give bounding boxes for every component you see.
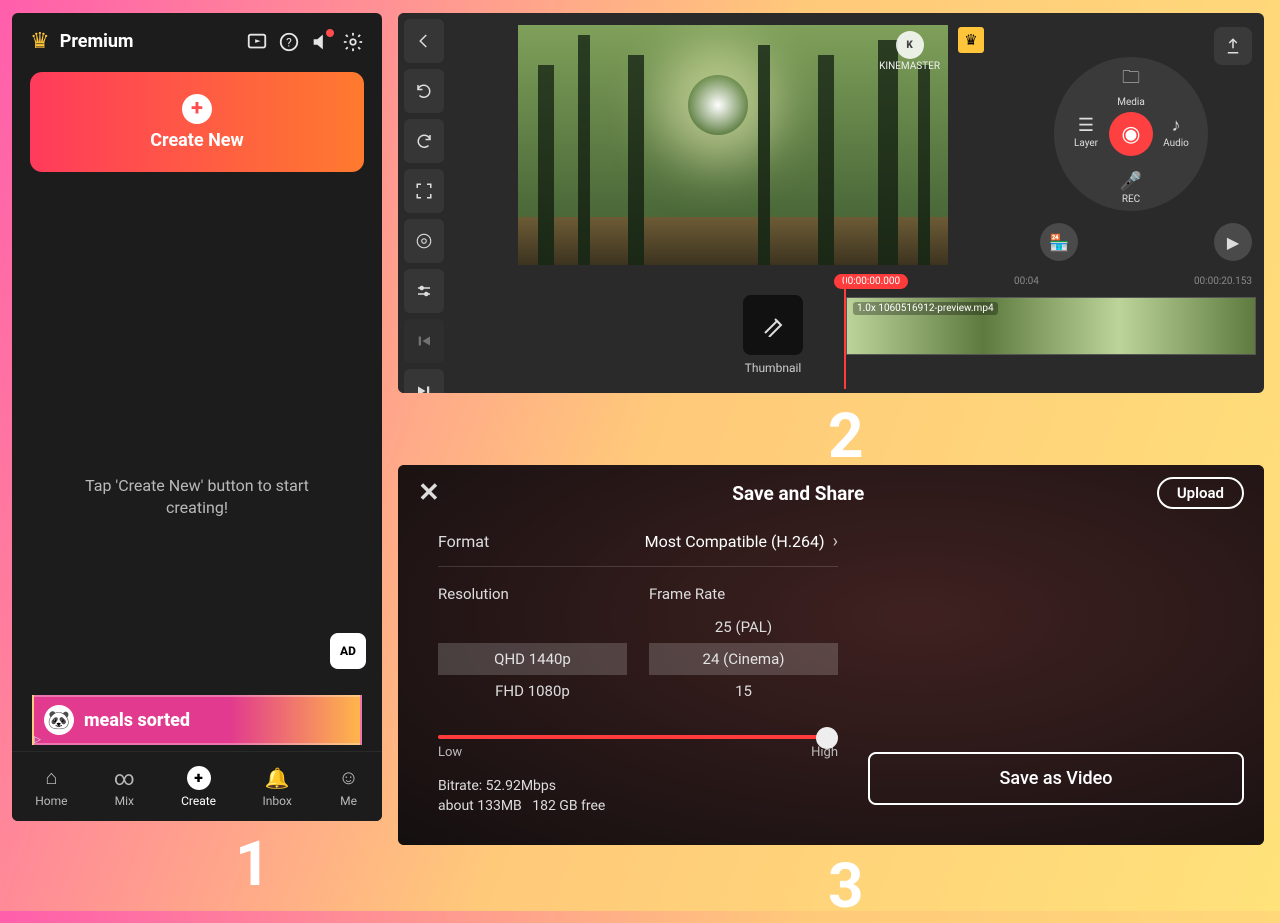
create-icon: + <box>187 766 211 790</box>
format-row[interactable]: Format Most Compatible (H.264) › <box>438 521 838 567</box>
resolution-picker[interactable]: QHD 1440p FHD 1080p <box>438 611 627 707</box>
bell-icon: 🔔 <box>265 766 290 790</box>
audio-icon: ♪ <box>1148 115 1204 136</box>
svg-text:?: ? <box>286 35 292 49</box>
share-button[interactable] <box>1214 27 1252 65</box>
ad-text: meals sorted <box>84 710 190 731</box>
resolution-label: Resolution <box>438 585 627 603</box>
panda-icon: 🐼 <box>44 705 74 735</box>
play-button[interactable]: ▶ <box>1214 223 1252 261</box>
notification-dot <box>326 29 334 37</box>
sound-icon[interactable] <box>310 31 332 53</box>
premium-label: Premium <box>60 31 134 52</box>
bottom-nav: ⌂ Home ∞ Mix + Create 🔔 Inbox ☺ Me <box>12 751 382 821</box>
step-number-3: 3 <box>828 850 864 923</box>
ad-attribution-icon: ▷ <box>34 735 41 745</box>
slider-low-label: Low <box>438 745 462 760</box>
create-new-button[interactable]: + Create New <box>30 72 364 172</box>
framerate-label: Frame Rate <box>649 585 838 603</box>
plus-icon: + <box>182 94 212 124</box>
slider-thumb[interactable] <box>816 727 838 749</box>
thumbnail-label: Thumbnail <box>730 361 816 375</box>
quality-slider[interactable]: Low High <box>438 723 838 760</box>
timeline-adjust-button[interactable] <box>404 269 444 313</box>
action-wheel: ◉ 🗀Media ♪Audio 🎤REC ☰Layer <box>1054 57 1208 211</box>
timeline-ruler[interactable]: 00:00:00.000 00:04 00:00:20.153 <box>454 273 1258 295</box>
help-icon[interactable]: ? <box>278 31 300 53</box>
undo-button[interactable] <box>404 69 444 113</box>
nav-me[interactable]: ☺ Me <box>338 765 358 808</box>
step-number-2: 2 <box>828 400 864 473</box>
timeline-tick: 00:04 <box>1014 276 1039 287</box>
ad-banner[interactable]: 🐼 meals sorted ▷ <box>32 695 362 745</box>
jump-end-button[interactable] <box>404 369 444 393</box>
save-title: Save and Share <box>440 482 1157 505</box>
cast-icon[interactable] <box>246 31 268 53</box>
wheel-media[interactable]: 🗀Media <box>1103 65 1159 108</box>
ad-badge-icon[interactable]: AD <box>330 633 366 669</box>
back-button[interactable] <box>404 19 444 63</box>
preview-frame: K KINEMASTER <box>518 25 948 265</box>
jump-start-button[interactable] <box>404 319 444 363</box>
save-share-screen: ✕ Save and Share Upload Format Most Comp… <box>398 465 1264 845</box>
bitrate-info: Bitrate: 52.92Mbps about 133MB 182 GB fr… <box>438 776 838 817</box>
format-label: Format <box>438 532 489 551</box>
redo-button[interactable] <box>404 119 444 163</box>
left-toolbar <box>398 13 450 393</box>
crown-icon: ♛ <box>30 29 50 54</box>
media-icon: 🗀 <box>1103 65 1159 95</box>
store-button[interactable]: 🏪 <box>1040 223 1078 261</box>
save-as-video-button[interactable]: Save as Video <box>868 752 1244 805</box>
timeline-clip[interactable]: 1.0x 1060516912-preview.mp4 <box>846 297 1256 355</box>
capture-button[interactable]: ◉ <box>1109 112 1153 156</box>
user-icon: ☺ <box>338 765 358 790</box>
layer-icon: ☰ <box>1058 115 1114 136</box>
home-icon: ⌂ <box>45 765 57 790</box>
fullscreen-button[interactable] <box>404 169 444 213</box>
top-bar: ♛ Premium ? <box>12 13 382 62</box>
format-value: Most Compatible (H.264) <box>645 532 825 551</box>
close-icon[interactable]: ✕ <box>418 478 440 508</box>
chevron-right-icon: › <box>833 531 838 552</box>
clip-name: 1.0x 1060516912-preview.mp4 <box>853 302 998 315</box>
nav-mix[interactable]: ∞ Mix <box>114 766 135 808</box>
nav-home[interactable]: ⌂ Home <box>35 765 67 808</box>
mix-icon: ∞ <box>114 766 135 790</box>
step-number-1: 1 <box>235 828 271 901</box>
home-screen: ♛ Premium ? + Create New Tap 'Create New… <box>12 13 382 821</box>
wheel-rec[interactable]: 🎤REC <box>1103 171 1159 205</box>
gear-icon[interactable] <box>342 31 364 53</box>
upload-button[interactable]: Upload <box>1157 477 1244 509</box>
save-header: ✕ Save and Share Upload <box>398 465 1264 521</box>
watermark-icon: K <box>896 31 924 59</box>
thumbnail-button[interactable] <box>743 295 803 355</box>
wheel-layer[interactable]: ☰Layer <box>1058 115 1114 149</box>
mic-icon: 🎤 <box>1103 171 1159 192</box>
timeline-duration: 00:00:20.153 <box>1194 276 1252 287</box>
framerate-picker[interactable]: 25 (PAL) 24 (Cinema) 15 <box>649 611 838 707</box>
watermark: K KINEMASTER <box>879 31 940 72</box>
nav-create[interactable]: + Create <box>181 766 216 808</box>
premium-badge-icon[interactable]: ♛ <box>958 27 984 53</box>
settings-button[interactable] <box>404 219 444 263</box>
empty-hint: Tap 'Create New' button to start creatin… <box>85 475 309 518</box>
nav-inbox[interactable]: 🔔 Inbox <box>263 766 292 808</box>
create-new-label: Create New <box>150 130 243 151</box>
editor-screen: K KINEMASTER ♛ ◉ 🗀Media ♪Audio 🎤REC ☰Lay… <box>398 13 1264 393</box>
wheel-audio[interactable]: ♪Audio <box>1148 115 1204 149</box>
